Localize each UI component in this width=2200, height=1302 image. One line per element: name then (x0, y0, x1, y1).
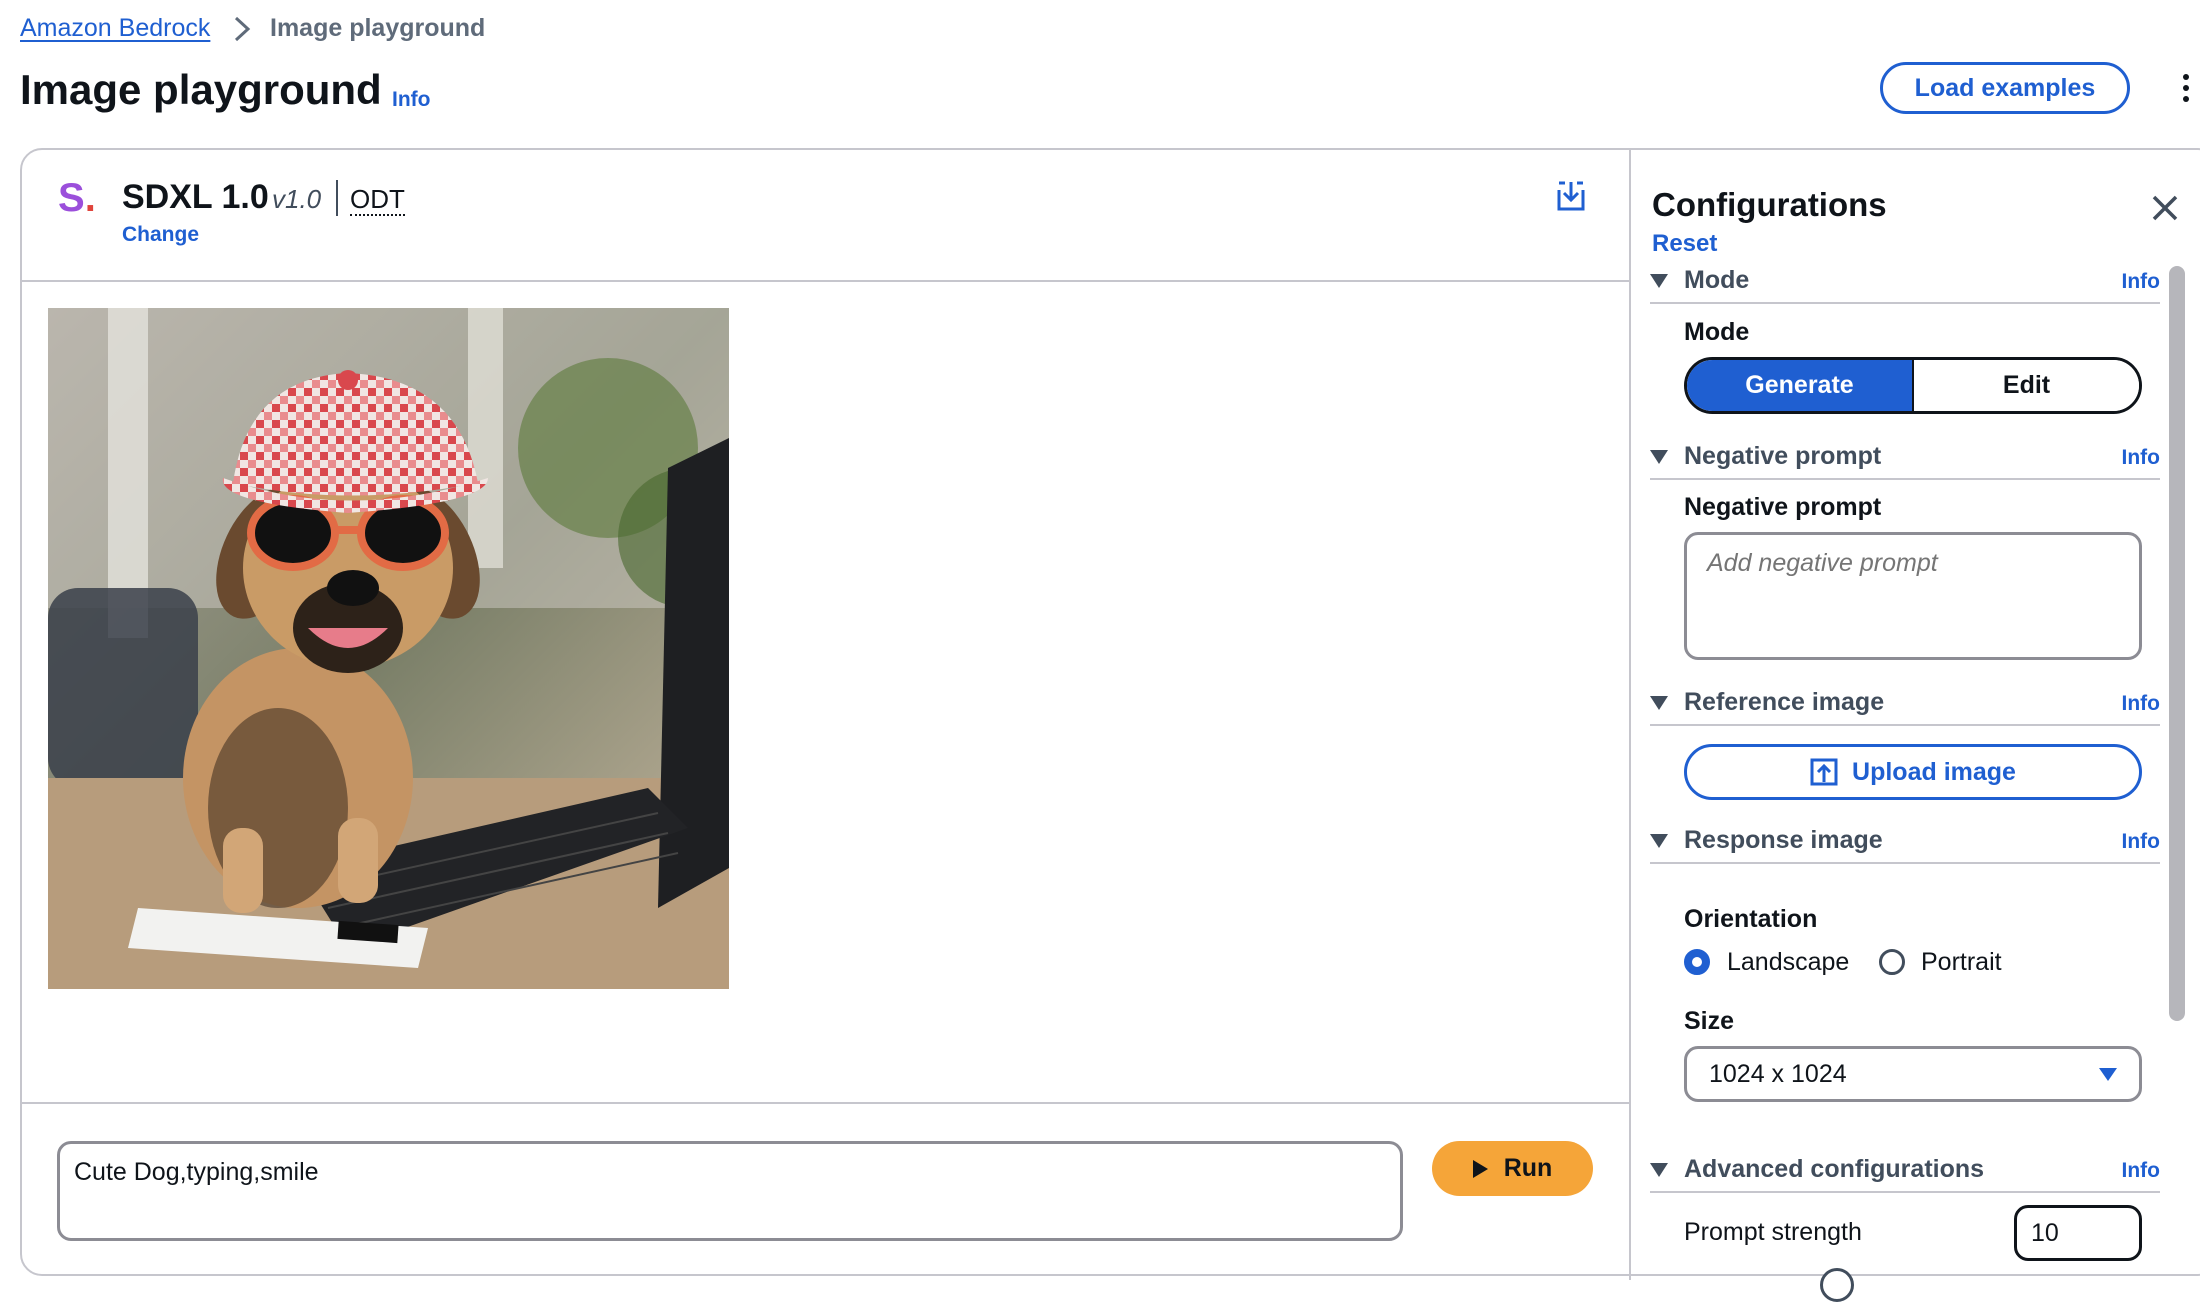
reference-image-info-link[interactable]: Info (2122, 692, 2160, 716)
size-label: Size (1684, 1007, 1735, 1035)
close-icon[interactable] (2150, 193, 2180, 223)
prompt-divider (22, 1102, 1629, 1104)
generated-image (48, 308, 729, 989)
size-select[interactable]: 1024 x 1024 (1684, 1046, 2142, 1102)
more-options-icon[interactable] (2180, 74, 2192, 108)
section-negative-prompt[interactable]: Negative prompt Info (1650, 442, 2160, 480)
caret-down-icon (2099, 1067, 2117, 1081)
mode-edit-button[interactable]: Edit (1914, 360, 2139, 411)
landscape-radio[interactable] (1684, 949, 1710, 975)
config-scrollbar[interactable] (2169, 266, 2185, 1021)
negative-prompt-input[interactable] (1684, 532, 2142, 660)
chevron-right-icon (234, 16, 251, 42)
negative-prompt-info-link[interactable]: Info (2122, 446, 2160, 470)
breadcrumb-current: Image playground (270, 14, 486, 42)
prompt-strength-input[interactable] (2014, 1205, 2142, 1261)
portrait-radio[interactable] (1879, 949, 1905, 975)
mode-label: Mode (1684, 318, 1750, 346)
caret-down-icon (1650, 274, 1668, 288)
page-info-link[interactable]: Info (392, 88, 430, 112)
model-name: SDXL 1.0 (122, 178, 269, 216)
breadcrumb-amazon-bedrock[interactable]: Amazon Bedrock (20, 14, 210, 43)
page-title: Image playground (20, 66, 382, 113)
section-advanced-configurations[interactable]: Advanced configurations Info (1650, 1155, 2160, 1193)
response-image-info-link[interactable]: Info (2122, 830, 2160, 854)
mode-segmented-control: Generate Edit (1684, 357, 2142, 414)
caret-down-icon (1650, 696, 1668, 710)
run-button[interactable]: Run (1432, 1141, 1593, 1196)
upload-icon (1810, 758, 1838, 786)
prompt-input[interactable] (57, 1141, 1403, 1241)
section-reference-image[interactable]: Reference image Info (1650, 688, 2160, 726)
section-response-image[interactable]: Response image Info (1650, 826, 2160, 864)
model-logo: S. (58, 176, 96, 220)
panel-divider (1629, 150, 1631, 1280)
prompt-strength-label: Prompt strength (1684, 1218, 1862, 1246)
header-divider (22, 280, 1629, 282)
advanced-info-link[interactable]: Info (2122, 1159, 2160, 1183)
caret-down-icon (1650, 450, 1668, 464)
mode-generate-button[interactable]: Generate (1687, 360, 1912, 411)
negative-prompt-label: Negative prompt (1684, 493, 1882, 521)
play-icon (1472, 1159, 1488, 1178)
portrait-label[interactable]: Portrait (1921, 948, 2002, 977)
change-model-link[interactable]: Change (122, 223, 199, 247)
caret-down-icon (1650, 834, 1668, 848)
load-examples-button[interactable]: Load examples (1880, 62, 2130, 114)
upload-image-button[interactable]: Upload image (1684, 744, 2142, 800)
landscape-label[interactable]: Landscape (1727, 948, 1849, 977)
prompt-strength-slider-thumb[interactable] (1820, 1268, 1854, 1302)
mode-info-link[interactable]: Info (2122, 270, 2160, 294)
caret-down-icon (1650, 1163, 1668, 1177)
model-tag[interactable]: ODT (350, 184, 405, 216)
reset-link[interactable]: Reset (1652, 230, 1717, 258)
model-version: v1.0 (272, 184, 322, 214)
orientation-label: Orientation (1684, 905, 1818, 933)
section-mode[interactable]: Mode Info (1650, 266, 2160, 304)
model-divider (336, 180, 338, 216)
download-icon[interactable] (1556, 180, 1586, 212)
configurations-title: Configurations (1652, 186, 1887, 223)
